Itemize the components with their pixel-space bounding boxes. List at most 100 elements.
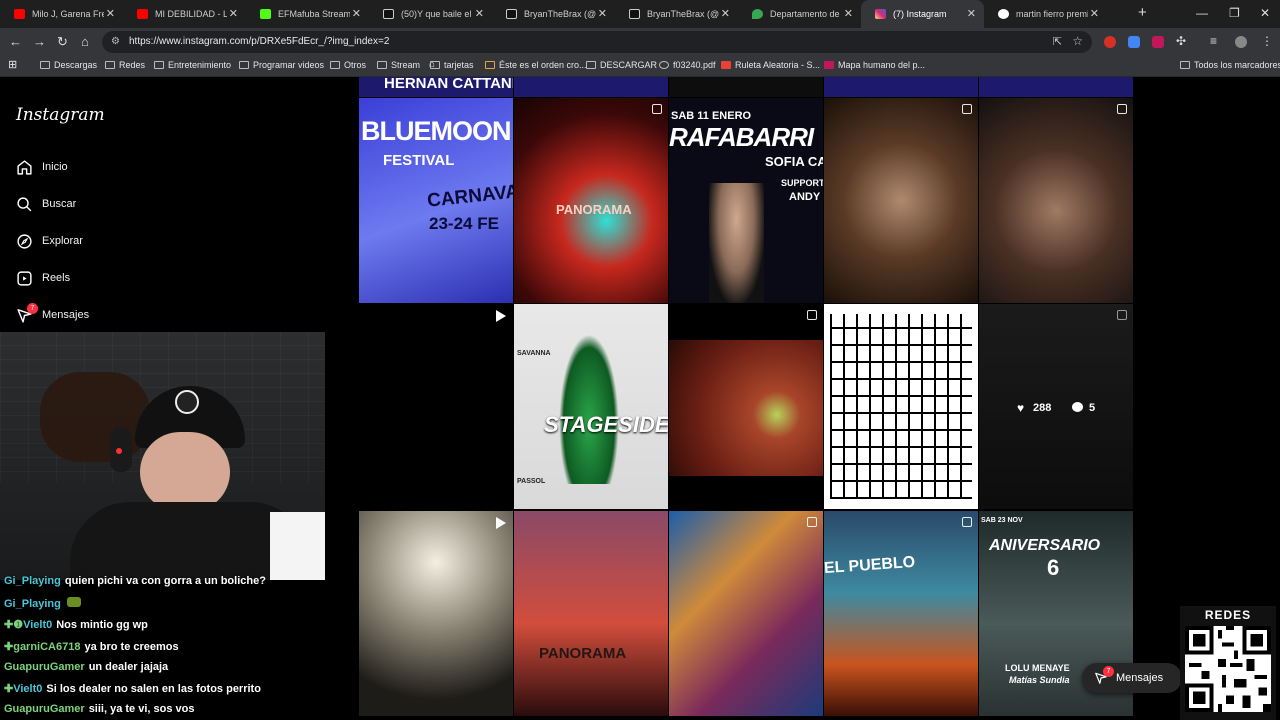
bookmark-label: Programar videos [253,60,325,70]
bookmark-link[interactable]: Mapa humano del p... [824,60,925,70]
post-thumbnail[interactable]: PANORAMA [514,98,668,303]
close-tab-icon[interactable]: ✕ [229,7,238,20]
bookmark-link[interactable]: Éste es el orden cro... [485,60,587,70]
close-tab-icon[interactable]: ✕ [598,7,607,20]
bookmark-folder[interactable]: Entretenimiento [154,60,231,70]
bookmark-folder[interactable]: tarjetas [430,60,474,70]
close-tab-icon[interactable]: ✕ [475,7,484,20]
address-bar[interactable]: ⚙ https://www.instagram.com/p/DRXe5FdEcr… [102,31,1092,53]
post-thumbnail[interactable]: PANORAMA [514,511,668,716]
chat-user: Vielt0 [23,619,53,631]
carousel-icon [807,310,817,320]
badge-icon: ✚ [4,683,14,695]
nav-item-mensajes[interactable]: 7 Mensajes [16,302,89,327]
bookmark-folder[interactable]: Redes [105,60,145,70]
post-thumbnail[interactable] [514,77,668,97]
post-photo-plant [559,334,619,484]
nav-item-explorar[interactable]: Explorar [16,229,83,253]
post-text: PASSOL [517,478,546,485]
bookmark-folder[interactable]: DESCARGAR [586,60,657,70]
post-thumbnail[interactable]: EL PUEBLO [824,511,978,716]
post-thumbnail[interactable]: STAGESIDE SAVANNA PASSOL [514,304,668,509]
nav-item-reels[interactable]: Reels [16,266,70,290]
bookmark-favicon-icon [485,61,495,69]
browser-tab[interactable]: Departamento de Sa✕ [738,0,861,28]
notification-badge: 7 [27,302,38,314]
post-thumbnail[interactable] [824,304,978,509]
post-thumbnail[interactable] [359,304,513,509]
restore-icon[interactable]: ❐ [1229,6,1240,20]
browser-tab[interactable]: BryanTheBrax (@brya✕ [492,0,615,28]
bookmark-folder[interactable]: Programar videos [239,60,324,70]
reload-icon[interactable]: ↻ [57,34,68,50]
all-bookmarks-folder[interactable]: Todos los marcadores [1180,60,1280,70]
browser-tab[interactable]: Milo J, Garena Free Fi✕ [0,0,123,28]
chat-user: GuapuruGamer [4,661,85,673]
browser-tab[interactable]: EFMafuba Stream - W✕ [246,0,369,28]
post-thumbnail[interactable]: HERNAN CATTANEO [359,77,513,97]
apps-grid-icon[interactable]: ⊞ [8,58,17,71]
post-thumbnail[interactable] [359,511,513,716]
browser-tab[interactable]: BryanTheBrax (@brya✕ [615,0,738,28]
url-text[interactable]: https://www.instagram.com/p/DRXe5FdEcr_/… [129,36,389,47]
post-text: RAFABARRI [669,122,814,152]
nav-item-inicio[interactable]: Inicio [16,155,68,179]
install-app-icon[interactable]: ⇱ [1053,35,1062,48]
browser-tab-active[interactable]: (7) Instagram ✕ [861,0,984,28]
minimize-icon[interactable]: — [1196,6,1208,20]
home-browser-icon[interactable]: ⌂ [81,34,89,49]
close-tab-icon[interactable]: ✕ [844,7,853,20]
badge-icon: ✚ [4,641,14,653]
close-tab-icon[interactable]: ✕ [352,7,361,20]
bookmark-folder[interactable]: Descargas [40,60,97,70]
bookmark-folder[interactable]: Stream [377,60,420,70]
post-thumbnail[interactable]: SAB 11 ENERO RAFABARRI SOFIA CA SUPPORT:… [669,98,823,303]
browser-tab[interactable]: (50)Y que baile el pu✕ [369,0,492,28]
post-thumbnail[interactable] [979,98,1133,303]
streamer-face [140,432,230,512]
post-thumbnail[interactable] [669,304,823,509]
site-info-icon[interactable]: ⚙ [111,36,120,47]
post-thumbnail[interactable]: BLUEMOON FESTIVAL CARNAVAL 20 23-24 FE [359,98,513,303]
close-tab-icon[interactable]: ✕ [106,7,115,20]
folder-icon [154,61,164,69]
reading-list-icon[interactable]: ≡ [1210,34,1217,48]
bookmark-label: Éste es el orden cro... [499,60,587,70]
browser-menu-icon[interactable]: ⋮ [1261,34,1273,48]
browser-tab[interactable]: martin fierro premio ✕ [984,0,1107,28]
post-text: PANORAMA [556,202,632,217]
chat-message: GuapuruGamer siii, ya te vi, sos vos [4,703,194,715]
translate-extension-icon[interactable] [1128,36,1140,48]
bookmark-label: Descargas [54,60,98,70]
close-tab-icon[interactable]: ✕ [967,7,976,20]
extension-icon[interactable] [1104,36,1116,48]
instagram-logo[interactable]: Instagram [16,105,105,125]
bookmark-folder[interactable]: Otros [330,60,366,70]
bookmark-star-icon[interactable]: ☆ [1072,34,1083,48]
post-thumbnail[interactable]: ♥ 288 5 [979,304,1133,509]
profile-avatar-icon[interactable] [1235,36,1247,48]
close-tab-icon[interactable]: ✕ [1090,7,1099,20]
nav-item-buscar[interactable]: Buscar [16,192,76,216]
forward-icon[interactable]: → [33,34,46,49]
extension-icon[interactable] [1152,36,1164,48]
browser-tab[interactable]: MI DEBILIDAD - Luis V✕ [123,0,246,28]
close-window-icon[interactable]: ✕ [1260,6,1270,20]
post-thumbnail[interactable] [979,77,1133,97]
bookmark-favicon-icon [721,61,731,69]
post-thumbnail[interactable] [824,98,978,303]
reel-icon [496,310,506,322]
post-thumbnail[interactable] [669,77,823,97]
post-text: SAB 23 NOV [981,517,1023,524]
extensions-puzzle-icon[interactable]: ✣ [1176,34,1186,48]
new-tab-icon[interactable]: + [1138,4,1147,21]
post-thumbnail[interactable] [669,511,823,716]
post-thumbnail[interactable] [824,77,978,97]
close-tab-icon[interactable]: ✕ [721,7,730,20]
browser-toolbar: ← → ↻ ⌂ ⚙ https://www.instagram.com/p/DR… [0,28,1280,56]
bookmark-link[interactable]: Ruleta Aleatoria - S... [721,60,820,70]
bookmark-link[interactable]: f03240.pdf [659,60,716,70]
messages-float-button[interactable]: 7 Mensajes [1082,663,1182,693]
reel-icon [496,517,506,529]
back-icon[interactable]: ← [9,34,22,49]
